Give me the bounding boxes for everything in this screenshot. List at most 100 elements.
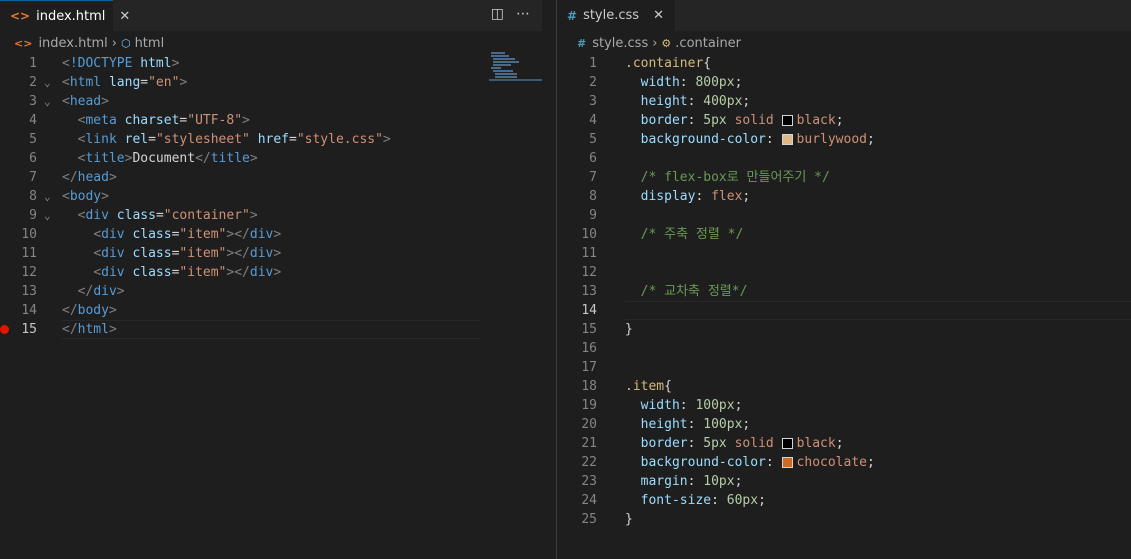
code-line[interactable]: 15} — [557, 320, 1131, 339]
code-line[interactable]: 13 /* 교차축 정렬*/ — [557, 282, 1131, 301]
code-line[interactable]: 6 <title>Document</title> — [0, 149, 542, 168]
code-line[interactable]: 23 margin: 10px; — [557, 472, 1131, 491]
breadcrumb-element[interactable]: html — [135, 36, 165, 51]
line-number: 24 — [581, 493, 597, 508]
line-number: 4 — [589, 113, 597, 128]
code-line[interactable]: 10 <div class="item"></div> — [0, 225, 542, 244]
split-editor-icon[interactable]: ◫ — [491, 6, 504, 22]
code-text: <div class="item"></div> — [93, 246, 282, 261]
code-line[interactable]: 14 </body> — [0, 301, 542, 320]
current-line-highlight — [625, 301, 1131, 320]
code-text: height: 100px; — [640, 417, 751, 432]
line-number: 1 — [29, 56, 37, 71]
tab-style-css[interactable]: # style.css ✕ — [557, 0, 675, 31]
code-line[interactable]: 7 </head> — [0, 168, 542, 187]
code-line[interactable]: 16 — [557, 339, 1131, 358]
code-line[interactable]: 12 — [557, 263, 1131, 282]
element-icon: ⬡ — [120, 36, 131, 50]
more-actions-icon[interactable]: ⋯ — [516, 6, 530, 22]
editor-pane-css: # style.css ✕ # style.css › ⚙ .container… — [557, 0, 1131, 559]
code-line[interactable]: 11 <div class="item"></div> — [0, 244, 542, 263]
tab-index-html[interactable]: <> index.html ✕ — [0, 0, 130, 31]
code-text: </div> — [77, 284, 125, 299]
code-line[interactable]: 10 /* 주축 정렬 */ — [557, 225, 1131, 244]
breadcrumb-file[interactable]: style.css — [592, 36, 648, 51]
line-number: 7 — [29, 170, 37, 185]
fold-chevron-icon[interactable]: ⌄ — [44, 92, 51, 111]
code-line[interactable]: 2 width: 800px; — [557, 73, 1131, 92]
line-number: 11 — [581, 246, 597, 261]
line-number: 2 — [589, 75, 597, 90]
fold-chevron-icon[interactable]: ⌄ — [44, 73, 51, 92]
code-line[interactable]: 8 ⌄ <body> — [0, 187, 542, 206]
code-line[interactable]: 1 .container{ — [557, 54, 1131, 73]
line-number: 13 — [581, 284, 597, 299]
code-line[interactable]: 24 font-size: 60px; — [557, 491, 1131, 510]
breadcrumb-selector[interactable]: .container — [675, 36, 741, 51]
breakpoint-dot-icon[interactable] — [0, 325, 9, 334]
code-line[interactable]: 5 background-color: burlywood; — [557, 130, 1131, 149]
code-text: .container{ — [625, 56, 712, 71]
code-text: /* 교차축 정렬*/ — [640, 284, 748, 299]
code-line[interactable]: 2 ⌄ <html lang="en"> — [0, 73, 542, 92]
editor-actions: ◫ ⋯ — [491, 6, 530, 22]
code-editor-html[interactable]: 1 <!DOCTYPE html> 2 ⌄ <html lang="en"> 3 ⌄ <hea… — [0, 54, 542, 559]
code-line[interactable]: 17 — [557, 358, 1131, 377]
css-file-icon: # — [577, 36, 587, 50]
close-icon[interactable]: ✕ — [653, 8, 664, 23]
line-number: 13 — [21, 284, 37, 299]
code-line[interactable]: 21 border: 5px solid black; — [557, 434, 1131, 453]
code-line[interactable]: 22 background-color: chocolate; — [557, 453, 1131, 472]
code-line[interactable]: 3 ⌄ <head> — [0, 92, 542, 111]
line-number: 7 — [589, 170, 597, 185]
code-line[interactable]: 4 <meta charset="UTF-8"> — [0, 111, 542, 130]
minimap[interactable] — [489, 52, 542, 84]
code-line[interactable]: 12 <div class="item"></div> — [0, 263, 542, 282]
line-number: 23 — [581, 474, 597, 489]
fold-chevron-icon[interactable]: ⌄ — [44, 187, 51, 206]
line-number: 10 — [581, 227, 597, 242]
line-number: 18 — [581, 379, 597, 394]
code-text: display: flex; — [640, 189, 751, 204]
code-line[interactable]: 18 .item{ — [557, 377, 1131, 396]
line-number: 6 — [29, 151, 37, 166]
code-line[interactable]: 3 height: 400px; — [557, 92, 1131, 111]
code-text: margin: 10px; — [640, 474, 743, 489]
code-line[interactable]: 1 <!DOCTYPE html> — [0, 54, 542, 73]
code-line[interactable]: 8 display: flex; — [557, 187, 1131, 206]
code-line[interactable]: 20 height: 100px; — [557, 415, 1131, 434]
color-swatch-icon[interactable] — [781, 134, 793, 145]
code-line[interactable]: 4 border: 5px solid black; — [557, 111, 1131, 130]
code-line[interactable]: 19 width: 100px; — [557, 396, 1131, 415]
color-swatch-icon[interactable] — [781, 457, 793, 468]
html-file-icon: <> — [14, 36, 33, 50]
code-text: <head> — [62, 94, 109, 109]
code-text: } — [625, 512, 633, 527]
code-text: <html lang="en"> — [62, 75, 188, 90]
breadcrumb-file[interactable]: index.html — [38, 36, 107, 51]
code-text: <meta charset="UTF-8"> — [77, 113, 250, 128]
code-line[interactable]: 6 — [557, 149, 1131, 168]
line-number: 20 — [581, 417, 597, 432]
line-number: 21 — [581, 436, 597, 451]
code-text: background-color: burlywood; — [640, 132, 875, 147]
code-line[interactable]: 25} — [557, 510, 1131, 529]
code-text: .item{ — [625, 379, 672, 394]
code-line[interactable]: 13 </div> — [0, 282, 542, 301]
code-editor-css[interactable]: 1 .container{2 width: 800px; 3 height: 400… — [557, 54, 1131, 559]
fold-chevron-icon[interactable]: ⌄ — [44, 206, 51, 225]
code-line[interactable]: 5 <link rel="stylesheet" href="style.css… — [0, 130, 542, 149]
close-icon[interactable]: ✕ — [119, 9, 130, 24]
line-number: 16 — [581, 341, 597, 356]
color-swatch-icon[interactable] — [781, 115, 793, 126]
line-number: 8 — [29, 189, 37, 204]
color-swatch-icon[interactable] — [781, 438, 793, 449]
code-line[interactable]: 7 /* flex-box로 만들어주기 */ — [557, 168, 1131, 187]
code-text: } — [625, 322, 633, 337]
code-line[interactable]: 9 ⌄ <div class="container"> — [0, 206, 542, 225]
line-number: 8 — [589, 189, 597, 204]
code-line[interactable]: 9 — [557, 206, 1131, 225]
code-line[interactable]: 11 — [557, 244, 1131, 263]
line-number: 22 — [581, 455, 597, 470]
tab-bar: <> index.html ✕ ◫ ⋯ — [0, 0, 542, 31]
